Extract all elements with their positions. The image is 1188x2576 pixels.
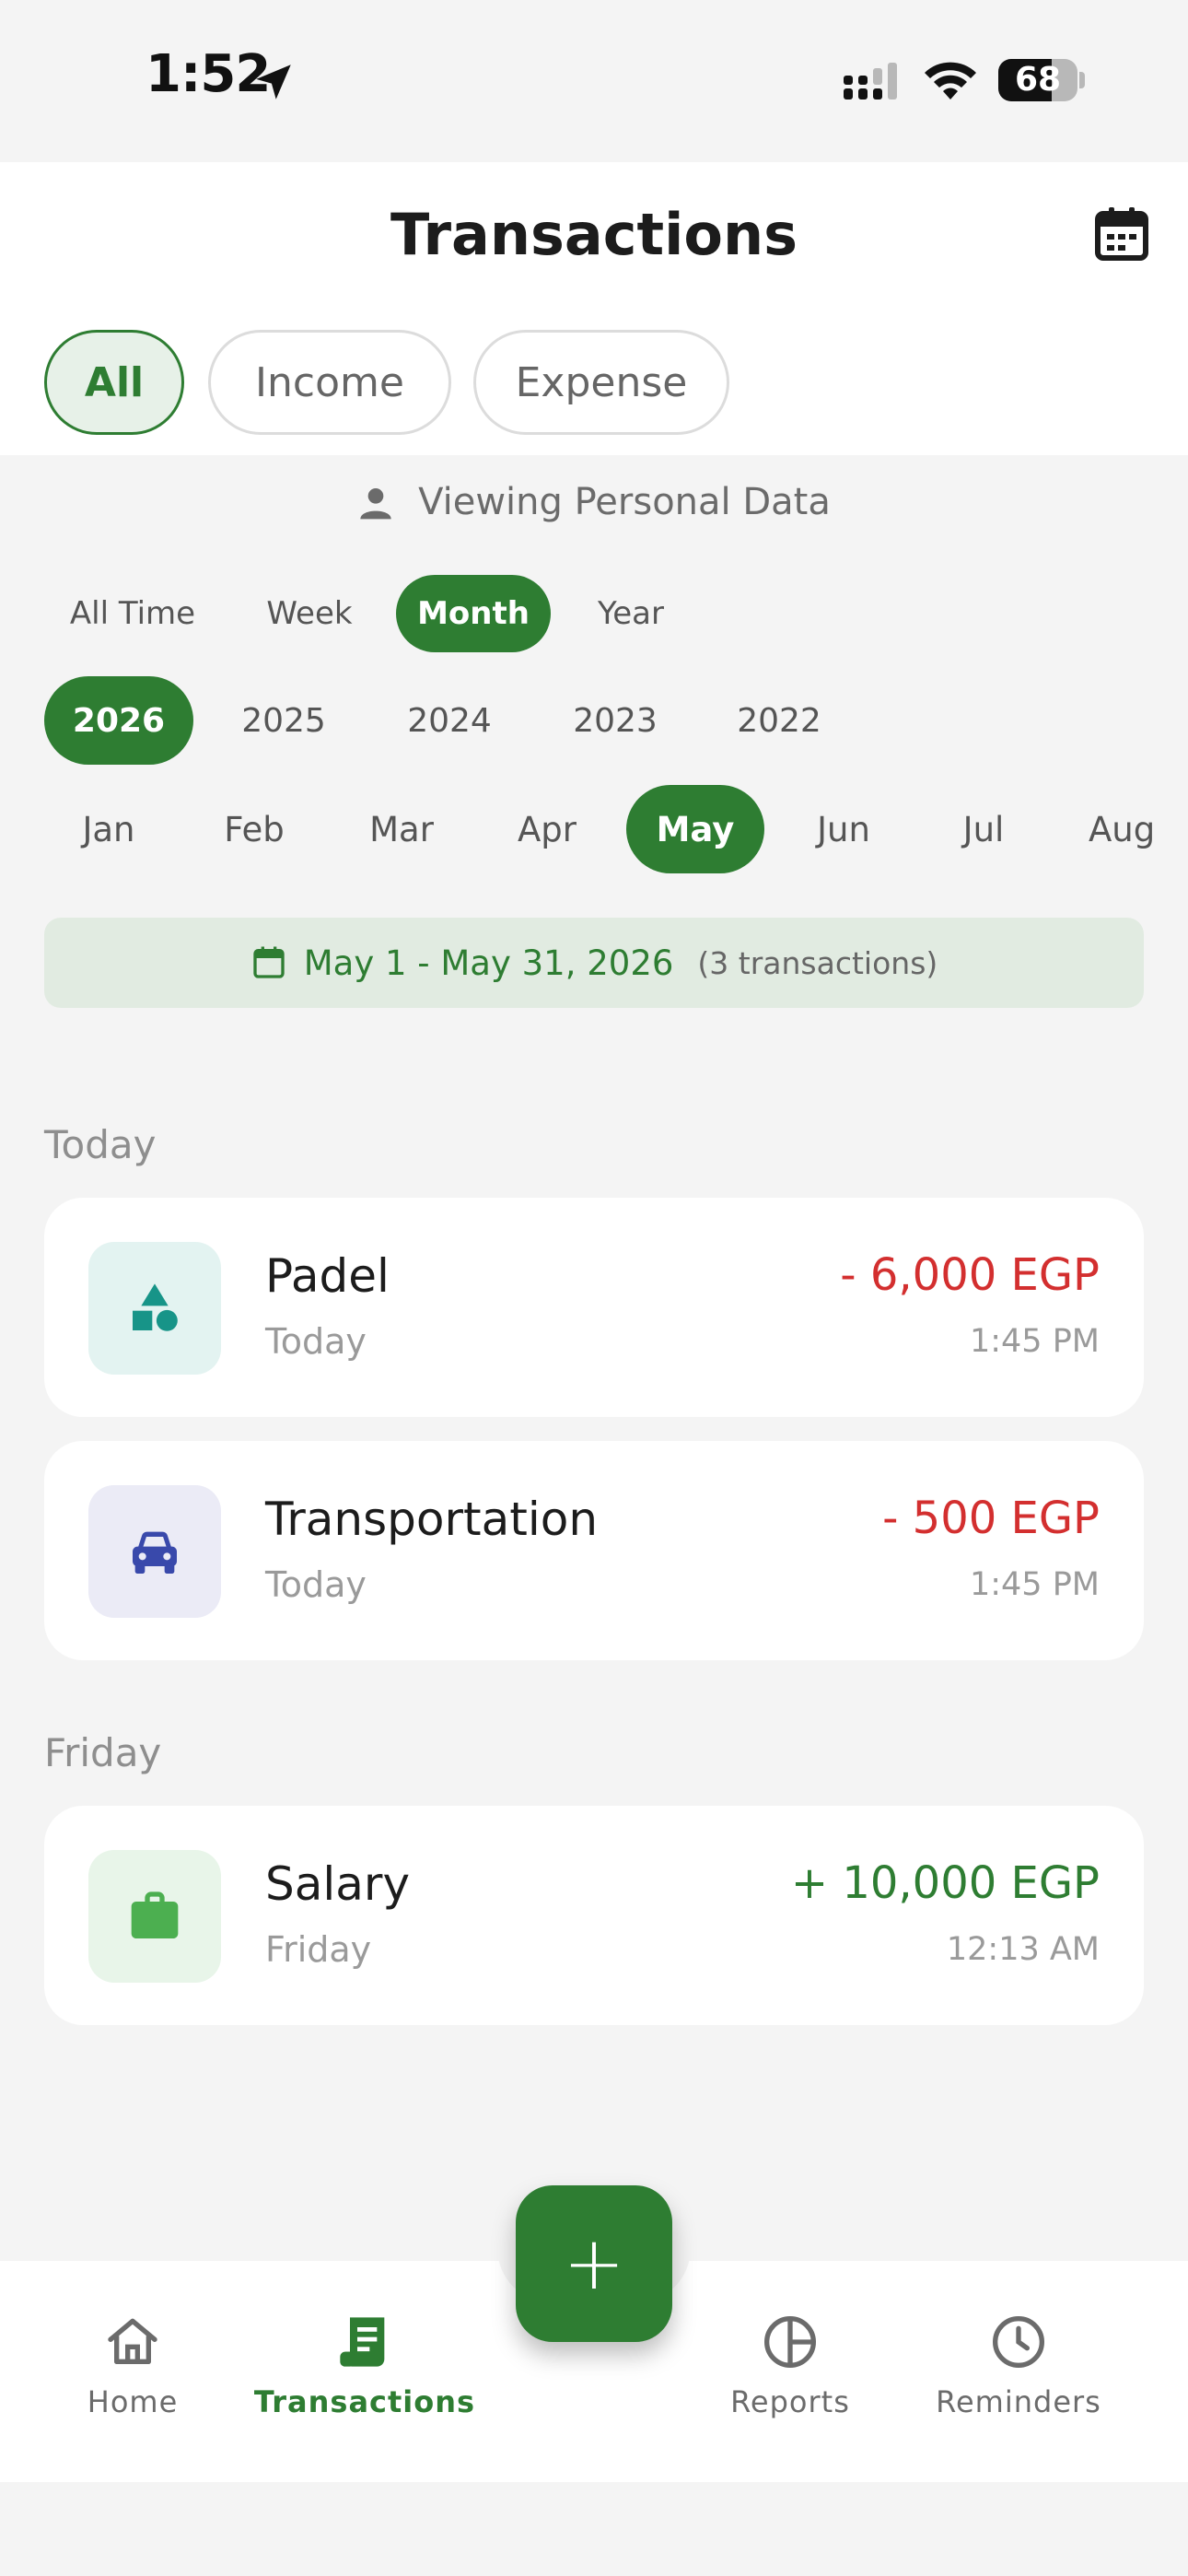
transaction-date: Friday xyxy=(265,1929,372,1970)
nav-label-reminders: Reminders xyxy=(936,2384,1101,2419)
home-icon xyxy=(108,2318,157,2364)
month-may[interactable]: May xyxy=(626,785,764,873)
period-all-time[interactable]: All Time xyxy=(44,575,221,652)
viewing-indicator: Viewing Personal Data xyxy=(0,481,1188,523)
transaction-card-salary[interactable]: Salary Friday + 10,000 EGP 12:13 AM xyxy=(44,1806,1144,2025)
section-label-today: Today xyxy=(44,1122,157,1167)
nav-label-transactions: Transactions xyxy=(253,2384,476,2419)
car-icon xyxy=(133,1531,177,1574)
month-jan[interactable]: Jan xyxy=(44,785,173,873)
clock-icon xyxy=(993,2316,1044,2368)
page-title: Transactions xyxy=(390,201,798,268)
transaction-time: 1:45 PM xyxy=(969,1566,1100,1603)
transaction-title: Transportation xyxy=(265,1493,599,1546)
month-selector[interactable]: Jan Feb Mar Apr May Jun Jul Aug xyxy=(0,785,1188,873)
receipt-icon xyxy=(340,2317,385,2367)
battery-percent: 68 xyxy=(1014,61,1062,99)
year-2025[interactable]: 2025 xyxy=(217,676,350,765)
nav-home[interactable]: Home xyxy=(13,2313,252,2419)
month-mar[interactable]: Mar xyxy=(337,785,466,873)
plus-icon: + xyxy=(563,2220,625,2306)
period-week[interactable]: Week xyxy=(245,575,374,652)
pie-chart-icon xyxy=(764,2316,816,2368)
nav-reports[interactable]: Reports xyxy=(670,2313,910,2419)
transaction-title: Padel xyxy=(265,1249,390,1303)
transaction-time: 1:45 PM xyxy=(969,1323,1100,1360)
month-aug[interactable]: Aug xyxy=(1061,785,1188,873)
person-icon xyxy=(360,488,391,520)
cellular-signal-icon xyxy=(844,63,897,100)
section-label-friday: Friday xyxy=(44,1730,162,1775)
transaction-date: Today xyxy=(265,1564,367,1605)
transaction-count: (3 transactions) xyxy=(697,944,938,981)
month-jul[interactable]: Jul xyxy=(919,785,1048,873)
month-feb[interactable]: Feb xyxy=(190,785,319,873)
add-transaction-button[interactable]: + xyxy=(516,2185,672,2342)
month-apr[interactable]: Apr xyxy=(483,785,611,873)
padel-icon-tile xyxy=(88,1242,221,1375)
year-2022[interactable]: 2022 xyxy=(713,676,845,765)
nav-label-reports: Reports xyxy=(730,2384,850,2419)
wifi-icon xyxy=(925,62,976,100)
year-2026[interactable]: 2026 xyxy=(44,676,193,765)
period-year[interactable]: Year xyxy=(571,575,691,652)
nav-label-home: Home xyxy=(87,2384,179,2419)
location-arrow-icon xyxy=(256,64,291,100)
transaction-time: 12:13 AM xyxy=(946,1931,1100,1968)
transaction-amount: + 10,000 EGP xyxy=(790,1857,1100,1909)
filter-income-chip[interactable]: Income xyxy=(208,330,451,435)
calendar-icon[interactable] xyxy=(1092,205,1151,263)
transport-icon-tile xyxy=(88,1485,221,1618)
month-jun[interactable]: Jun xyxy=(779,785,908,873)
nav-reminders[interactable]: Reminders xyxy=(899,2313,1138,2419)
filter-all-chip[interactable]: All xyxy=(44,330,184,435)
year-2023[interactable]: 2023 xyxy=(549,676,681,765)
battery-indicator: 68 xyxy=(998,59,1085,101)
date-range-text: May 1 - May 31, 2026 xyxy=(303,943,674,983)
year-2024[interactable]: 2024 xyxy=(383,676,516,765)
filter-expense-chip[interactable]: Expense xyxy=(473,330,729,435)
period-month[interactable]: Month xyxy=(396,575,551,652)
nav-transactions[interactable]: Transactions xyxy=(245,2313,484,2419)
calendar-small-icon xyxy=(253,946,285,978)
date-range-banner: May 1 - May 31, 2026 (3 transactions) xyxy=(44,918,1144,1008)
home-indicator-area xyxy=(0,2482,1188,2576)
transaction-card-transportation[interactable]: Transportation Today - 500 EGP 1:45 PM xyxy=(44,1441,1144,1660)
transaction-title: Salary xyxy=(265,1857,411,1911)
transaction-card-padel[interactable]: Padel Today - 6,000 EGP 1:45 PM xyxy=(44,1198,1144,1417)
salary-icon-tile xyxy=(88,1850,221,1983)
transaction-amount: - 6,000 EGP xyxy=(840,1249,1100,1301)
transaction-amount: - 500 EGP xyxy=(882,1493,1100,1544)
briefcase-icon xyxy=(131,1891,179,1938)
transaction-date: Today xyxy=(265,1321,367,1362)
shapes-icon xyxy=(133,1283,178,1331)
viewing-text: Viewing Personal Data xyxy=(418,481,831,523)
